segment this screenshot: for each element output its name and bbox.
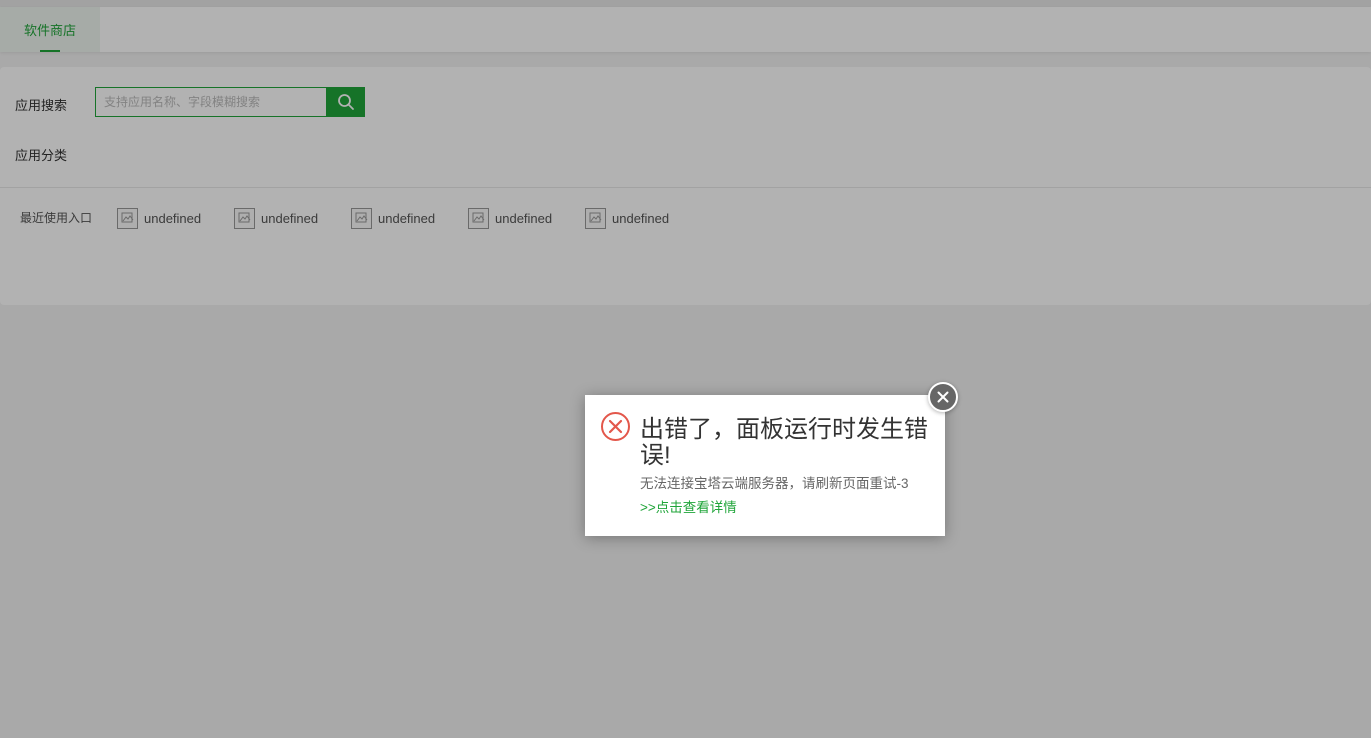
dialog-message: 无法连接宝塔云端服务器，请刷新页面重试-3 [640, 476, 909, 491]
view-details-link[interactable]: >>点击查看详情 [640, 496, 737, 516]
dialog-title: 出错了，面板运行时发生错误! [640, 416, 928, 469]
modal-overlay[interactable] [0, 0, 1371, 738]
close-icon [937, 391, 949, 403]
error-circle-icon [601, 412, 630, 441]
dialog-close-button[interactable] [928, 382, 958, 412]
error-dialog: 出错了，面板运行时发生错误! 无法连接宝塔云端服务器，请刷新页面重试-3 >>点… [585, 395, 945, 536]
